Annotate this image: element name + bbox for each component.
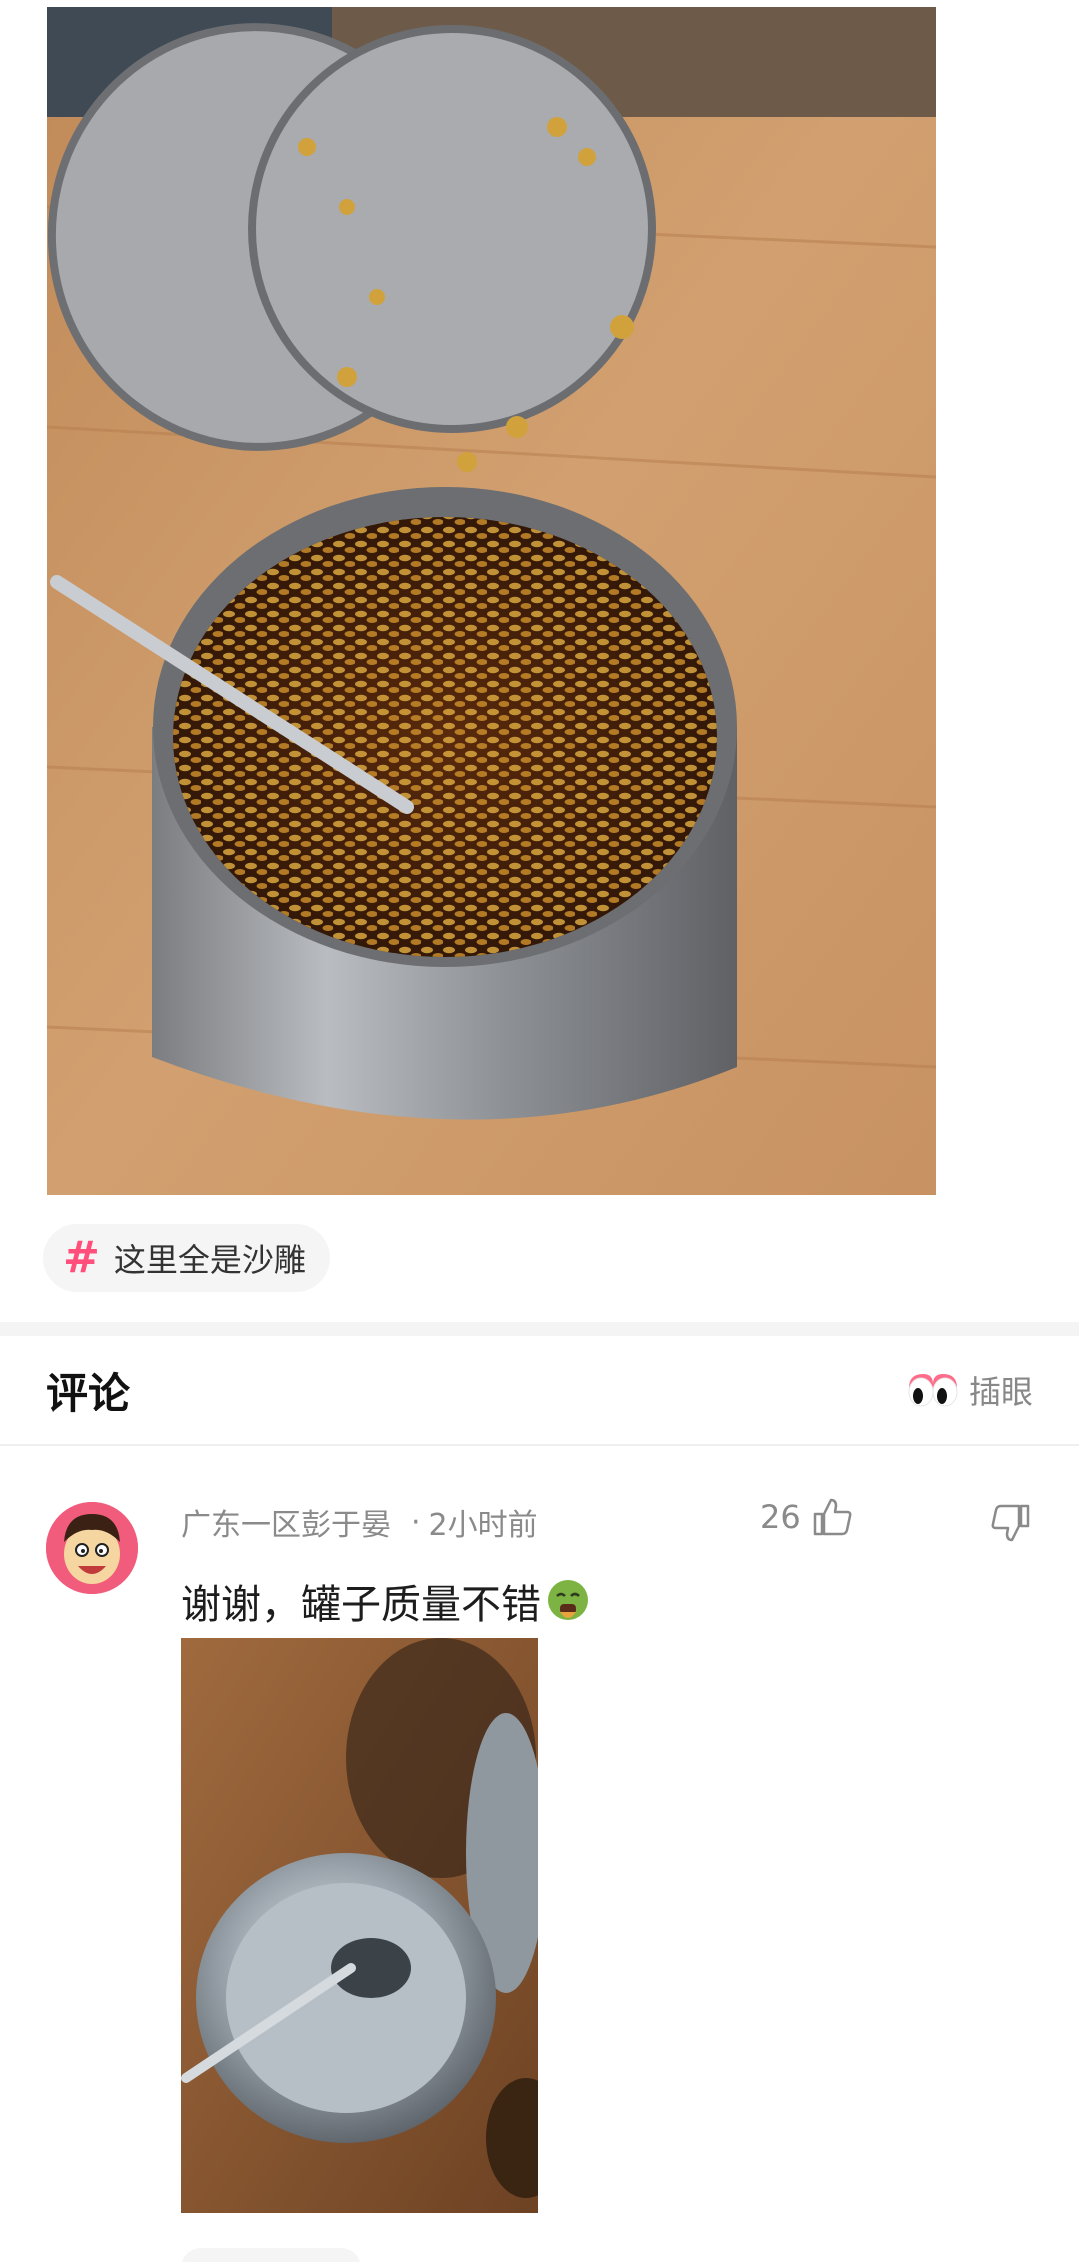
meta-separator: · (411, 1504, 421, 1540)
post-image[interactable] (47, 7, 936, 1195)
poke-eyes-icon (908, 1374, 958, 1407)
comment-body: 谢谢，罐子质量不错 (181, 1582, 541, 1628)
section-divider (0, 1322, 1079, 1336)
thumb-down-icon (991, 1504, 1030, 1542)
comment-text: 谢谢，罐子质量不错 (181, 1572, 591, 1630)
avatar-icon[interactable] (46, 1502, 138, 1594)
vomit-emoji-icon (548, 1580, 588, 1620)
like-button[interactable]: 26 (760, 1496, 853, 1538)
topic-tag-label: 这里全是沙雕 (113, 1241, 306, 1279)
next-comment-pill (181, 2248, 361, 2262)
comment-username[interactable]: 广东一区彭于晏 (181, 1500, 391, 1544)
comment-meta: 广东一区彭于晏 · 2小时前 (181, 1500, 538, 1544)
hash-icon: # (63, 1232, 100, 1283)
poke-button[interactable]: 插眼 (905, 1367, 1033, 1413)
poke-label: 插眼 (968, 1373, 1033, 1411)
dislike-button[interactable] (990, 1502, 1032, 1548)
comments-header: 评论 插眼 (0, 1336, 1079, 1446)
comment-image[interactable] (181, 1638, 538, 2213)
topic-tag[interactable]: # 这里全是沙雕 (43, 1224, 330, 1292)
thumb-up-icon (813, 1498, 852, 1536)
comments-title: 评论 (46, 1368, 131, 1418)
comment-time: 2小时前 (428, 1508, 538, 1543)
like-count: 26 (760, 1498, 801, 1536)
